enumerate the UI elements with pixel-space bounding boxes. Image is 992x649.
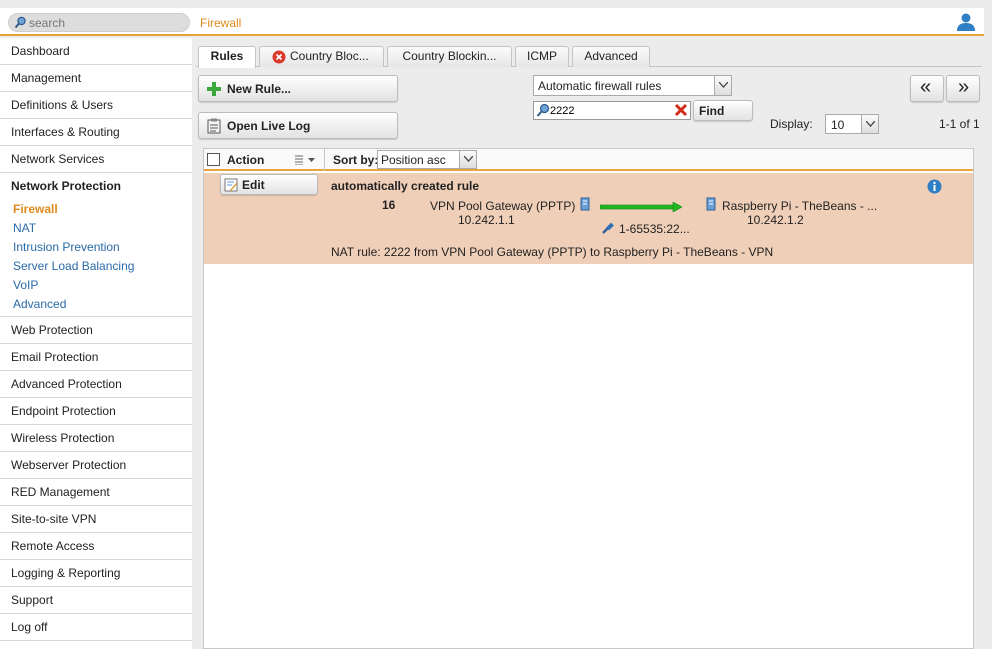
sidebar-sub-intrusion-prevention[interactable]: Intrusion Prevention	[0, 238, 192, 257]
rule-service[interactable]: 1-65535:22...	[619, 222, 690, 236]
tab-label: Country Blockin...	[402, 49, 497, 63]
sidebar-item-advanced-protection[interactable]: Advanced Protection	[0, 371, 192, 398]
user-icon[interactable]	[956, 12, 976, 32]
tab-rules[interactable]: Rules	[198, 46, 256, 68]
network-host-icon	[580, 197, 590, 211]
sidebar-sub-advanced[interactable]: Advanced	[0, 295, 192, 314]
select-all-checkbox[interactable]	[207, 153, 220, 166]
rule-source-name[interactable]: VPN Pool Gateway (PPTP)	[430, 199, 575, 213]
search-icon	[536, 103, 550, 117]
pager-count: 1-1 of 1	[939, 117, 980, 131]
chevron-down-icon	[714, 76, 731, 95]
rule-row: Edit automatically created rule 16 VPN P…	[204, 173, 973, 264]
sidebar-sub-nat[interactable]: NAT	[0, 219, 192, 238]
green-arrow-icon	[600, 202, 682, 212]
sidebar-subnav-network-protection: Firewall NAT Intrusion Prevention Server…	[0, 200, 192, 317]
open-live-log-label: Open Live Log	[227, 119, 311, 133]
sidebar-item-red-management[interactable]: RED Management	[0, 479, 192, 506]
error-circle-icon	[272, 50, 286, 64]
rule-destination-ip: 10.242.1.2	[747, 213, 804, 227]
list-options-icon[interactable]	[293, 155, 317, 165]
rule-comment: NAT rule: 2222 from VPN Pool Gateway (PP…	[331, 245, 774, 259]
sidebar-item-definitions-users[interactable]: Definitions & Users	[0, 92, 192, 119]
service-plug-icon	[602, 222, 614, 234]
log-icon	[207, 118, 221, 134]
find-label: Find	[699, 104, 725, 118]
filter-box[interactable]	[533, 101, 691, 120]
rules-list: Action Sort by: Position asc Edit automa…	[203, 148, 974, 649]
network-host-icon	[706, 197, 716, 211]
sidebar-sub-server-load-balancing[interactable]: Server Load Balancing	[0, 257, 192, 276]
sidebar-item-log-off[interactable]: Log off	[0, 614, 192, 641]
top-bar: Firewall	[0, 8, 984, 36]
rule-destination-name[interactable]: Raspberry Pi - TheBeans - ...	[722, 199, 877, 213]
sidebar-sub-firewall[interactable]: Firewall	[0, 200, 192, 219]
sidebar-sub-voip[interactable]: VoIP	[0, 276, 192, 295]
open-live-log-button[interactable]: Open Live Log	[198, 112, 398, 139]
sidebar-item-network-services[interactable]: Network Services	[0, 146, 192, 173]
new-rule-label: New Rule...	[227, 82, 292, 96]
chevron-double-left-icon: «	[920, 76, 932, 98]
sort-label: Sort by:	[333, 153, 379, 167]
pager-prev-button[interactable]: «	[910, 75, 944, 102]
info-icon[interactable]	[927, 179, 942, 194]
rule-source-ip: 10.242.1.1	[458, 213, 515, 227]
display-label: Display:	[770, 117, 813, 131]
sidebar-item-webserver-protection[interactable]: Webserver Protection	[0, 452, 192, 479]
sidebar-item-dashboard[interactable]: Dashboard	[0, 38, 192, 65]
chevron-down-icon	[459, 151, 476, 168]
page-title: Firewall	[200, 16, 242, 30]
tab-label: Rules	[210, 49, 244, 63]
tab-label: Advanced	[584, 49, 638, 63]
sidebar-item-web-protection[interactable]: Web Protection	[0, 317, 192, 344]
list-header: Action Sort by: Position asc	[204, 149, 973, 171]
edit-label: Edit	[242, 178, 265, 192]
plus-icon	[207, 82, 221, 96]
new-rule-button[interactable]: New Rule...	[198, 75, 398, 102]
rule-position: 16	[382, 198, 396, 212]
sidebar: Dashboard Management Definitions & Users…	[0, 38, 192, 649]
search-icon	[14, 16, 26, 29]
rule-type-value: Automatic firewall rules	[538, 79, 662, 93]
sidebar-item-email-protection[interactable]: Email Protection	[0, 344, 192, 371]
sort-select[interactable]: Position asc	[377, 150, 477, 169]
display-count-select[interactable]: 10	[825, 114, 879, 134]
sidebar-item-interfaces-routing[interactable]: Interfaces & Routing	[0, 119, 192, 146]
tab-label: Country Bloc...	[290, 49, 369, 63]
header-divider	[324, 149, 325, 171]
sidebar-item-management[interactable]: Management	[0, 65, 192, 92]
sidebar-item-site-to-site-vpn[interactable]: Site-to-site VPN	[0, 506, 192, 533]
global-search-box[interactable]	[8, 13, 190, 32]
clear-x-icon[interactable]	[674, 103, 688, 117]
sidebar-item-endpoint-protection[interactable]: Endpoint Protection	[0, 398, 192, 425]
action-label: Action	[227, 153, 265, 167]
find-button[interactable]: Find	[693, 100, 753, 121]
tab-label: ICMP	[527, 49, 557, 63]
tab-country-blocking[interactable]: Country Bloc...	[259, 46, 384, 67]
sidebar-item-support[interactable]: Support	[0, 587, 192, 614]
rule-title: automatically created rule	[331, 179, 480, 193]
sidebar-item-network-protection[interactable]: Network Protection	[0, 173, 192, 200]
tab-country-blocking-exceptions[interactable]: Country Blockin...	[387, 46, 512, 67]
sidebar-item-logging-reporting[interactable]: Logging & Reporting	[0, 560, 192, 587]
sidebar-item-remote-access[interactable]: Remote Access	[0, 533, 192, 560]
edit-rule-button[interactable]: Edit	[220, 174, 318, 195]
rule-type-select[interactable]: Automatic firewall rules	[533, 75, 732, 96]
filter-input[interactable]	[550, 104, 668, 118]
global-search-input[interactable]	[29, 15, 179, 30]
edit-icon	[224, 178, 238, 192]
sidebar-item-wireless-protection[interactable]: Wireless Protection	[0, 425, 192, 452]
sort-value: Position asc	[381, 153, 446, 167]
tab-icmp[interactable]: ICMP	[515, 46, 569, 67]
chevron-down-icon	[861, 115, 878, 133]
pager-next-button[interactable]: »	[946, 75, 980, 102]
tab-advanced[interactable]: Advanced	[572, 46, 650, 67]
display-count-value: 10	[831, 118, 845, 132]
chevron-double-right-icon: »	[958, 76, 970, 98]
